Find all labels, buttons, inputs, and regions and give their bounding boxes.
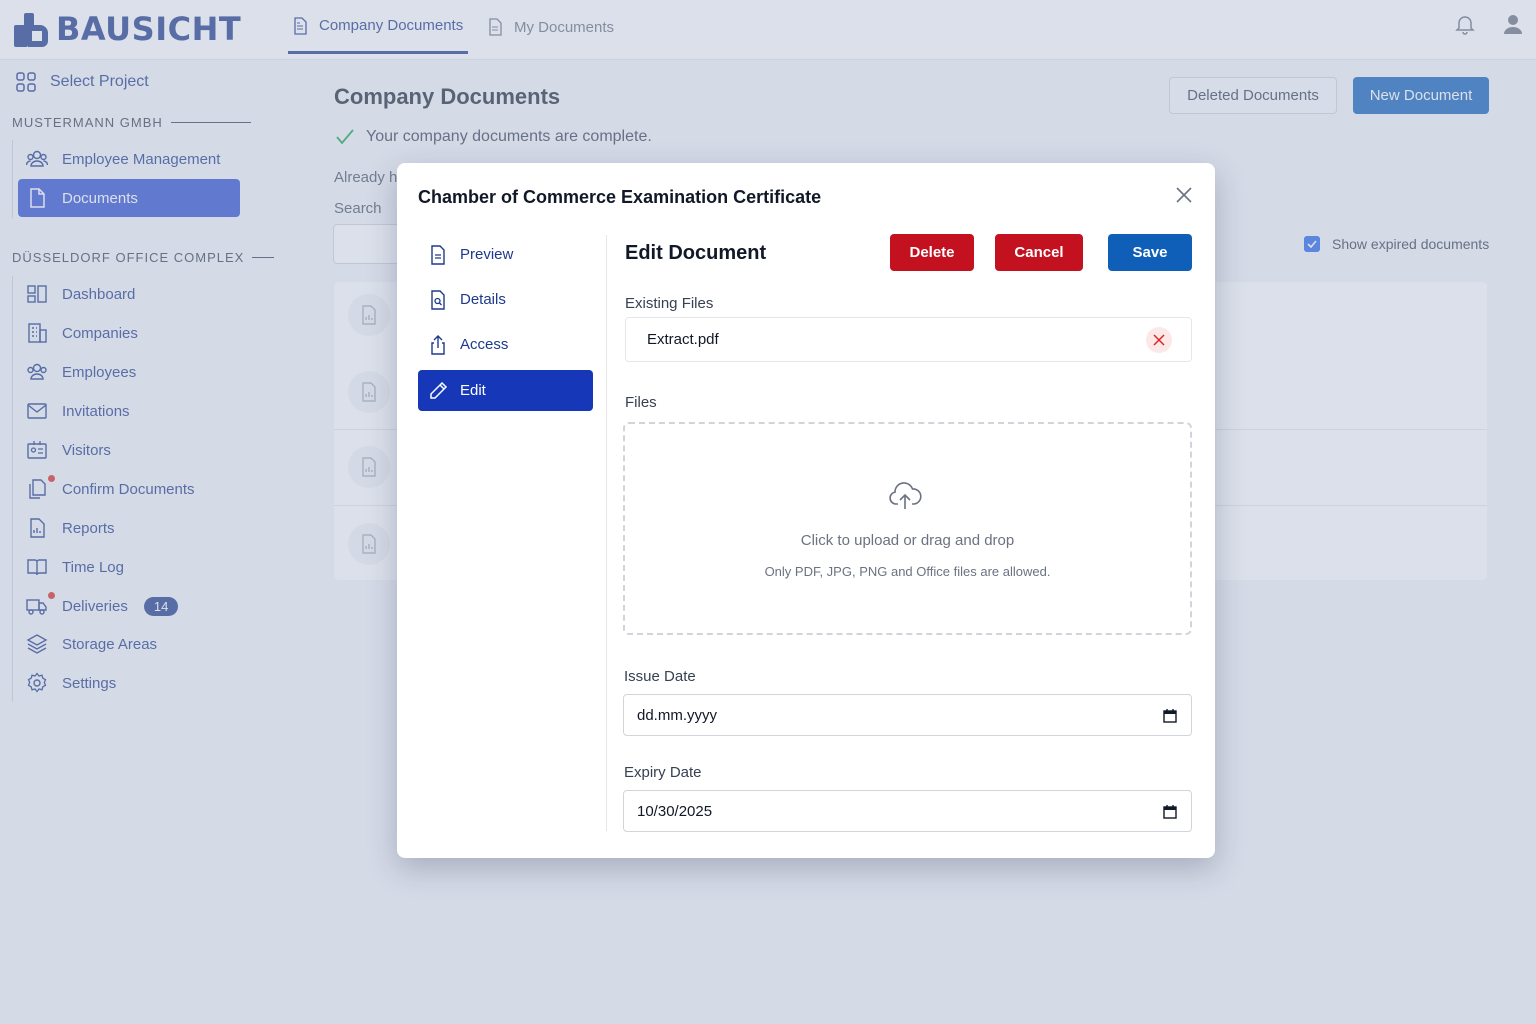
cloud-upload-icon	[889, 482, 922, 509]
modal-nav-label: Preview	[460, 246, 514, 263]
issue-date-value: dd.mm.yyyy	[637, 706, 718, 724]
share-icon	[431, 334, 445, 355]
save-button[interactable]: Save	[1108, 234, 1192, 271]
modal-nav-label: Access	[460, 336, 509, 353]
pencil-icon	[430, 381, 448, 399]
expiry-date-label: Expiry Date	[624, 764, 702, 781]
divider	[606, 235, 607, 831]
issue-date-input[interactable]: dd.mm.yyyy	[623, 694, 1192, 736]
existing-files-label: Existing Files	[625, 295, 714, 312]
expiry-date-input[interactable]: 10/30/2025	[623, 790, 1192, 832]
modal-nav-preview[interactable]: Preview	[418, 234, 593, 275]
modal-nav-details[interactable]: Details	[418, 279, 593, 320]
existing-file-item: Extract.pdf	[625, 317, 1192, 362]
existing-file-name: Extract.pdf	[647, 331, 719, 348]
modal-title: Chamber of Commerce Examination Certific…	[418, 187, 822, 207]
cancel-button[interactable]: Cancel	[995, 234, 1083, 271]
calendar-icon[interactable]	[1163, 708, 1177, 723]
close-icon	[1153, 334, 1165, 346]
modal-nav-access[interactable]: Access	[418, 324, 593, 365]
edit-document-modal: Chamber of Commerce Examination Certific…	[397, 163, 1215, 858]
modal-nav-label: Details	[460, 291, 506, 308]
modal-nav-edit[interactable]: Edit	[418, 370, 593, 411]
edit-document-title: Edit Document	[625, 242, 767, 264]
expiry-date-value: 10/30/2025	[637, 802, 713, 820]
modal-nav-label: Edit	[460, 382, 486, 399]
remove-file-button[interactable]	[1146, 327, 1172, 353]
close-icon[interactable]	[1175, 186, 1193, 204]
calendar-icon[interactable]	[1163, 804, 1177, 819]
files-label: Files	[625, 394, 657, 411]
document-icon	[431, 244, 445, 265]
delete-button[interactable]: Delete	[890, 234, 974, 271]
upload-hint: Only PDF, JPG, PNG and Office files are …	[764, 564, 1051, 579]
document-search-icon	[431, 289, 445, 310]
upload-instruction: Click to upload or drag and drop	[800, 532, 1015, 549]
issue-date-label: Issue Date	[624, 668, 696, 685]
file-dropzone[interactable]: Click to upload or drag and drop Only PD…	[623, 422, 1192, 635]
